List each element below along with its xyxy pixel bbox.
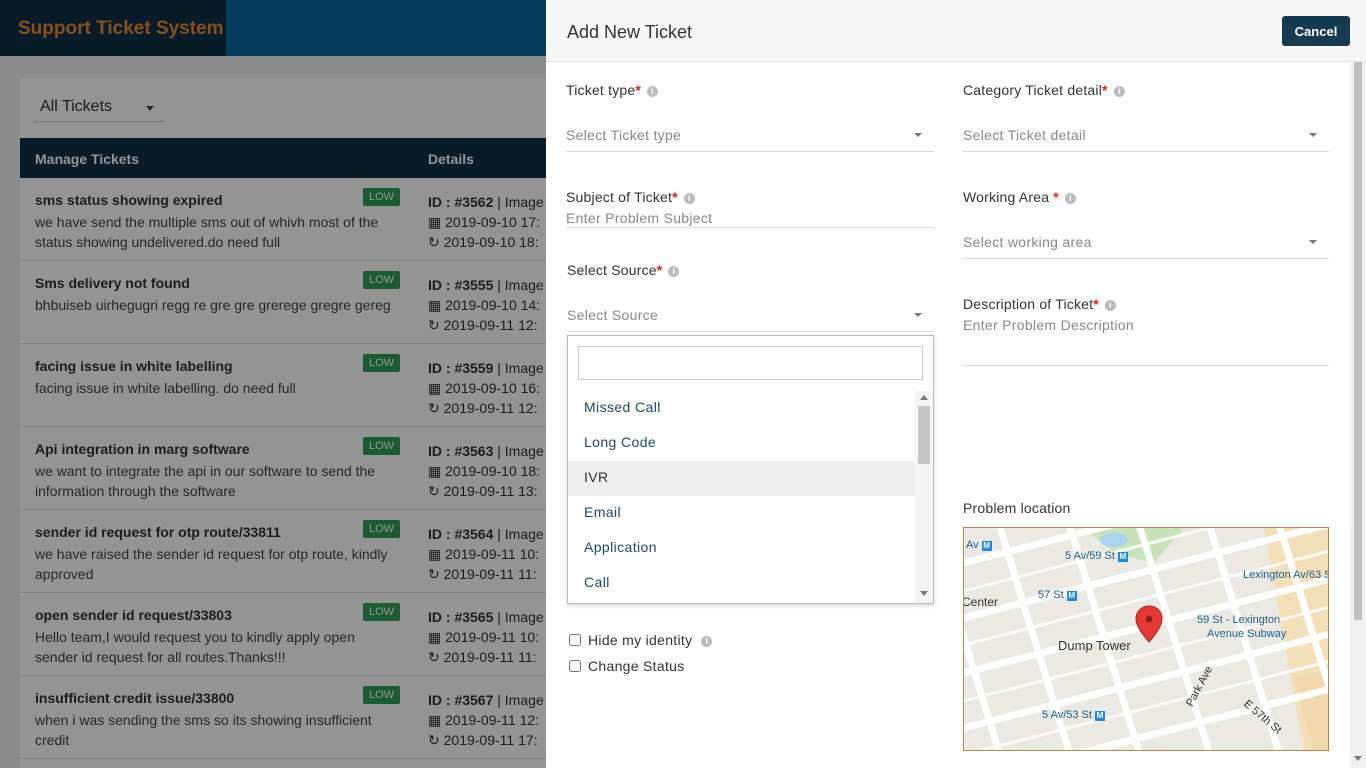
- hide-identity-checkbox[interactable]: [569, 634, 581, 646]
- subway-icon: M: [1094, 711, 1105, 721]
- info-icon[interactable]: i: [647, 86, 659, 97]
- subject-label-text: Subject of Ticket: [566, 189, 673, 205]
- add-ticket-panel: Add New Ticket Cancel Ticket type* i Sele…: [546, 0, 1366, 768]
- category-value: Select Ticket detail: [963, 127, 1086, 143]
- source-option[interactable]: Long Code: [568, 426, 915, 461]
- source-option[interactable]: Missed Call: [568, 391, 915, 426]
- subway-icon: M: [1066, 591, 1077, 601]
- scroll-up-icon[interactable]: [920, 395, 928, 400]
- scroll-down-icon[interactable]: [920, 591, 928, 596]
- change-status-checkbox[interactable]: [569, 660, 581, 672]
- scroll-thumb[interactable]: [1354, 62, 1362, 620]
- scroll-thumb[interactable]: [918, 406, 930, 464]
- category-label-text: Category Ticket detail: [963, 82, 1103, 98]
- required-marker: *: [1093, 296, 1099, 312]
- working-area-value: Select working area: [963, 234, 1092, 250]
- modal-overlay[interactable]: [0, 0, 546, 768]
- map-label: Av M: [966, 539, 992, 551]
- info-icon[interactable]: i: [683, 193, 695, 204]
- map-label-text: 57 St: [1038, 589, 1064, 601]
- problem-location-label: Problem location: [963, 500, 1071, 516]
- hide-identity-checkbox-row[interactable]: Hide my identity i: [569, 632, 713, 648]
- change-status-label: Change Status: [588, 658, 685, 674]
- subway-icon: M: [1117, 552, 1128, 562]
- scroll-down-icon[interactable]: [1354, 756, 1362, 761]
- required-marker: *: [1102, 82, 1108, 98]
- hide-identity-label: Hide my identity: [588, 632, 693, 648]
- working-area-select[interactable]: Select working area: [963, 225, 1329, 259]
- subway-icon: M: [981, 541, 992, 551]
- source-option[interactable]: Call: [568, 566, 915, 601]
- chevron-down-icon: [914, 313, 922, 317]
- dropdown-scrollbar[interactable]: [915, 391, 933, 603]
- source-select[interactable]: Select Source: [567, 298, 934, 332]
- info-icon[interactable]: i: [1064, 193, 1076, 204]
- required-marker: *: [1053, 189, 1059, 205]
- map-label: Dump Tower: [1058, 638, 1131, 653]
- chevron-down-icon: [1309, 240, 1317, 244]
- info-icon[interactable]: i: [701, 636, 713, 647]
- ticket-type-label: Ticket type* i: [566, 82, 659, 98]
- map-label: 5 Av/53 St M: [1042, 709, 1105, 721]
- info-icon[interactable]: i: [1113, 86, 1125, 97]
- ticket-type-select[interactable]: Select Ticket type: [566, 118, 934, 152]
- info-icon[interactable]: i: [1104, 300, 1116, 311]
- ticket-type-label-text: Ticket type: [566, 82, 636, 98]
- source-option[interactable]: Email: [568, 496, 915, 531]
- source-options-list: Missed Call Long Code IVR Email Application C…: [568, 391, 915, 603]
- subject-label: Subject of Ticket* i: [566, 189, 695, 205]
- source-dropdown: Missed Call Long Code IVR Email Application C…: [567, 335, 934, 604]
- change-status-checkbox-row[interactable]: Change Status: [569, 658, 685, 674]
- working-area-label: Working Area * i: [963, 189, 1076, 205]
- chevron-down-icon: [914, 133, 922, 137]
- description-label: Description of Ticket* i: [963, 296, 1116, 312]
- chevron-down-icon: [1309, 133, 1317, 137]
- source-search-input[interactable]: [578, 346, 923, 380]
- map-label-text: Av: [966, 539, 979, 551]
- category-select[interactable]: Select Ticket detail: [963, 118, 1329, 152]
- subject-input[interactable]: [566, 208, 934, 228]
- source-option[interactable]: Application: [568, 531, 915, 566]
- panel-title: Add New Ticket: [567, 22, 693, 42]
- description-input[interactable]: [963, 315, 1329, 366]
- map-label: Center: [963, 595, 999, 609]
- map-label: 59 St - Lexington: [1197, 614, 1281, 626]
- info-icon[interactable]: i: [668, 266, 680, 277]
- map-label: 57 St M: [1038, 589, 1077, 601]
- map-label: Avenue Subway: [1207, 628, 1287, 640]
- source-label: Select Source* i: [567, 262, 680, 278]
- map-label: Lexington Av/63 St: [1243, 569, 1329, 581]
- map-label-text: 5 Av/53 St: [1042, 709, 1092, 721]
- source-option[interactable]: IVR: [568, 461, 915, 496]
- source-label-text: Select Source: [567, 262, 657, 278]
- cancel-button[interactable]: Cancel: [1282, 16, 1350, 46]
- problem-location-map[interactable]: Av M 5 Av/59 St M Lexington Av/63 St Cente…: [963, 527, 1329, 751]
- required-marker: *: [672, 189, 678, 205]
- panel-scrollbar[interactable]: [1350, 62, 1366, 768]
- category-label: Category Ticket detail* i: [963, 82, 1125, 98]
- map-label: 5 Av/59 St M: [1065, 550, 1128, 562]
- map-label-text: 5 Av/59 St: [1065, 550, 1115, 562]
- panel-header: Add New Ticket Cancel: [546, 0, 1366, 62]
- ticket-type-value: Select Ticket type: [566, 127, 682, 143]
- description-label-text: Description of Ticket: [963, 296, 1094, 312]
- required-marker: *: [656, 262, 663, 278]
- source-value: Select Source: [567, 307, 659, 323]
- working-area-label-text: Working Area: [963, 189, 1054, 205]
- required-marker: *: [635, 82, 642, 98]
